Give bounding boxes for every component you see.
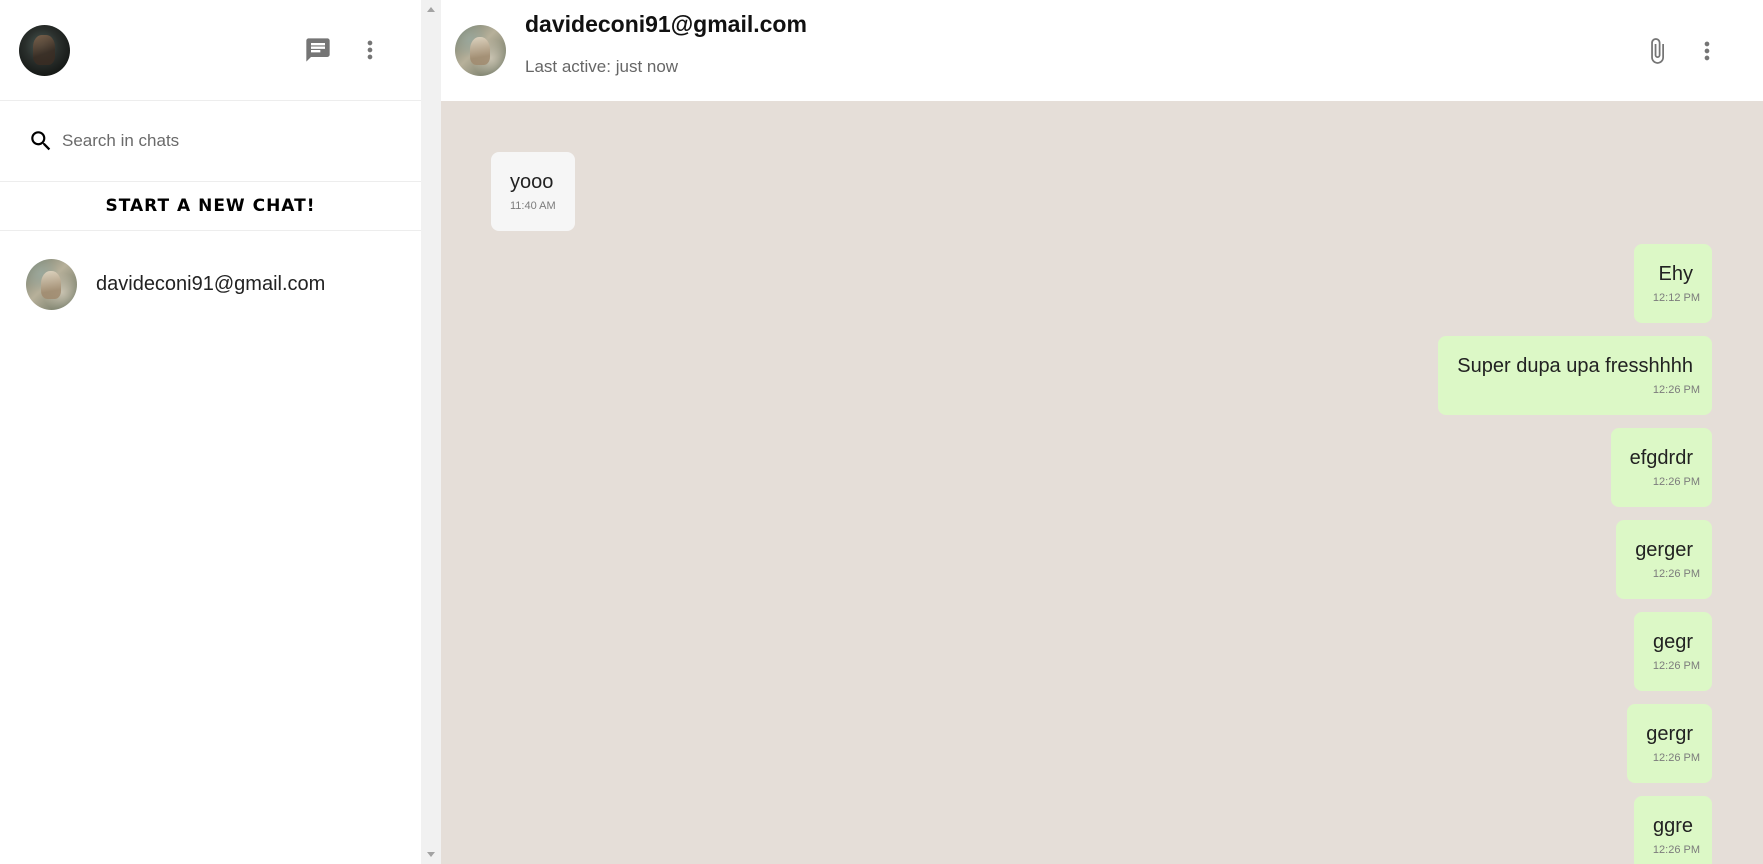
message-time: 12:26 PM	[1652, 660, 1700, 672]
chat-list-item[interactable]: davideconi91@gmail.com	[0, 231, 421, 337]
more-vert-icon	[1704, 41, 1710, 60]
scroll-up-arrow[interactable]	[427, 7, 435, 12]
attach-button[interactable]	[1643, 37, 1671, 65]
user-avatar[interactable]	[19, 24, 70, 76]
message-bubble: efgdrdr 12:26 PM	[1610, 428, 1712, 507]
sidebar: START A NEW CHAT! davideconi91@gmail.com	[0, 0, 421, 864]
search-icon	[31, 131, 51, 151]
message-time: 12:26 PM	[1652, 844, 1700, 856]
message-text: yooo	[510, 171, 554, 193]
message-text: gergr	[1646, 723, 1693, 745]
search-bar	[0, 101, 421, 182]
message-text: efgdrdr	[1629, 447, 1693, 469]
message-bubble: Ehy 12:12 PM	[1633, 244, 1712, 323]
scroll-down-arrow[interactable]	[427, 852, 435, 857]
chat-list-item-name: davideconi91@gmail.com	[96, 272, 326, 295]
message-time: 12:12 PM	[1652, 292, 1700, 304]
sidebar-scrollbar[interactable]	[421, 0, 441, 864]
search-input[interactable]	[60, 130, 384, 152]
more-vert-icon	[367, 40, 373, 60]
message-bubble: yooo 11:40 AM	[491, 152, 575, 231]
sidebar-menu-button[interactable]	[356, 36, 384, 64]
message-text: gerger	[1635, 539, 1693, 561]
chat-menu-button[interactable]	[1693, 37, 1721, 65]
last-active-status: Last active: just now	[525, 56, 679, 76]
message-bubble: ggre 12:26 PM	[1633, 796, 1712, 864]
message-list: yooo 11:40 AM Ehy 12:12 PM Super dupa up…	[441, 101, 1763, 864]
message-time: 12:26 PM	[1652, 752, 1700, 764]
paperclip-icon	[1651, 37, 1664, 64]
message-bubble: Super dupa upa fresshhhh 12:26 PM	[1438, 336, 1712, 415]
message-text: Super dupa upa fresshhhh	[1457, 355, 1693, 377]
chat-icon	[306, 38, 330, 62]
message-time: 11:40 AM	[510, 200, 556, 212]
sidebar-header-actions	[304, 36, 384, 64]
contact-avatar	[26, 258, 77, 310]
message-bubble: gerger 12:26 PM	[1616, 520, 1712, 599]
message-time: 12:26 PM	[1652, 568, 1700, 580]
app: START A NEW CHAT! davideconi91@gmail.com…	[0, 0, 1763, 864]
message-time: 12:26 PM	[1652, 384, 1700, 396]
message-text: Ehy	[1658, 263, 1693, 285]
chat-panel: davideconi91@gmail.com Last active: just…	[441, 0, 1763, 864]
message-text: ggre	[1652, 815, 1693, 837]
message-bubble: gergr 12:26 PM	[1627, 704, 1712, 783]
chat-header-actions	[1643, 37, 1721, 65]
chat-title: davideconi91@gmail.com	[525, 10, 807, 37]
sidebar-header	[0, 0, 421, 101]
message-time: 12:26 PM	[1652, 476, 1700, 488]
chat-header: davideconi91@gmail.com Last active: just…	[441, 0, 1763, 101]
start-new-chat-button[interactable]: START A NEW CHAT!	[0, 182, 421, 231]
new-chat-icon-button[interactable]	[304, 36, 332, 64]
message-text: gegr	[1652, 631, 1693, 653]
chat-header-info: davideconi91@gmail.com Last active: just…	[525, 11, 807, 77]
chat-contact-avatar[interactable]	[455, 25, 506, 76]
message-bubble: gegr 12:26 PM	[1633, 612, 1712, 691]
